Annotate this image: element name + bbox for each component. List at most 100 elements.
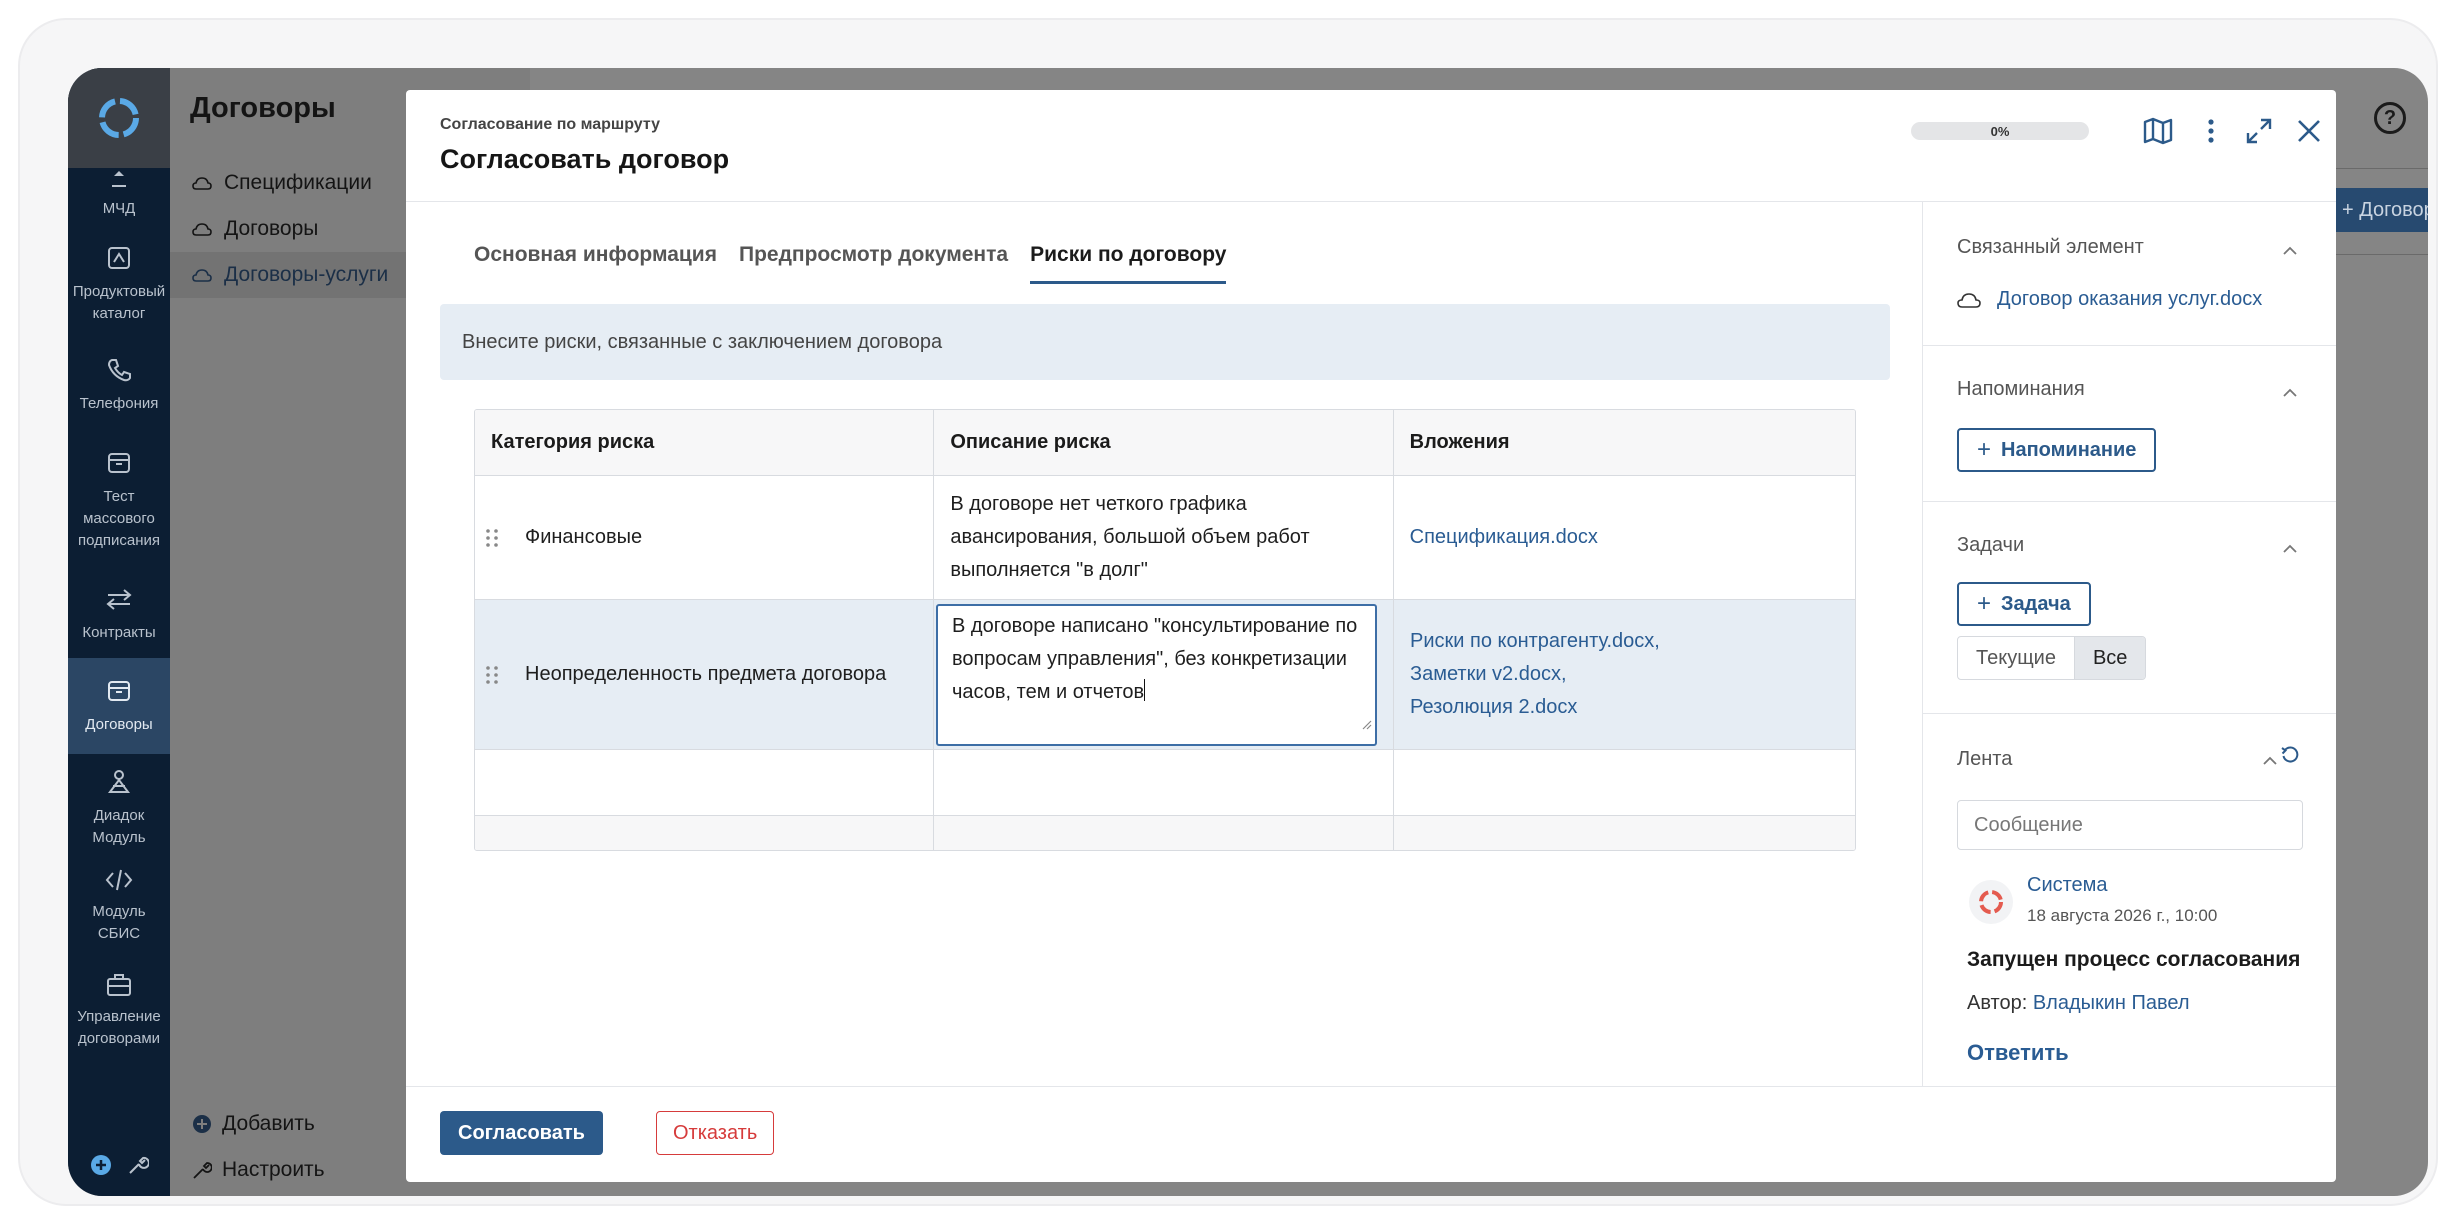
reply-link[interactable]: Ответить	[1967, 1040, 2069, 1066]
tab-main-info[interactable]: Основная информация	[474, 240, 717, 284]
table-row[interactable]: Финансовые В договоре нет четкого график…	[475, 476, 1855, 600]
chevron-up-icon[interactable]	[2283, 540, 2297, 558]
sidebar-add-label: Добавить	[222, 1112, 315, 1135]
rail-item-management[interactable]: Управление договорами	[68, 950, 170, 1046]
app-logo[interactable]	[68, 68, 170, 168]
rail-label: Телефония	[79, 395, 159, 412]
rail-item-contracts[interactable]: Контракты	[68, 570, 170, 658]
upload-icon	[104, 168, 134, 190]
attachment-link[interactable]: Заметки v2.docx,	[1410, 663, 1567, 685]
system-avatar	[1969, 880, 2013, 924]
catalog-icon	[104, 243, 134, 273]
divider	[2320, 168, 2428, 169]
linked-document-name: Договор оказания услуг.docx	[1997, 288, 2263, 310]
rail-label: Договоры	[85, 716, 153, 733]
feed-author-link[interactable]: Владыкин Павел	[2033, 992, 2190, 1014]
rail-item-catalog[interactable]: Продуктовый каталог	[68, 228, 170, 340]
table-row-selected[interactable]: Неопределенность предмета договора В дог…	[475, 600, 1855, 750]
risk-description-value: В договоре написано "консультирование по…	[952, 614, 1358, 703]
feed-author-name[interactable]: Система	[2027, 874, 2108, 897]
more-icon[interactable]	[2194, 114, 2228, 148]
cloud-icon	[192, 223, 212, 236]
empty-cell[interactable]	[1394, 750, 1855, 815]
risk-category-cell[interactable]: Финансовые	[475, 476, 935, 599]
risk-notice: Внесите риски, связанные с заключением д…	[440, 304, 1890, 380]
table-footer-row	[475, 816, 1855, 850]
rail-item-phone[interactable]: Телефония	[68, 340, 170, 430]
sidebar-item-label: Спецификации	[224, 171, 372, 194]
rail-item-diadoc[interactable]: Диадок Модуль	[68, 754, 170, 862]
rail-label: МЧД	[102, 200, 136, 217]
rail-label: Диадок Модуль	[92, 807, 146, 846]
chevron-up-icon[interactable]	[2283, 242, 2297, 260]
modal-main: Основная информация Предпросмотр докумен…	[406, 202, 1922, 1086]
add-circle-icon[interactable]	[90, 1154, 112, 1181]
drag-handle-icon[interactable]	[485, 528, 505, 548]
table-row-empty[interactable]	[475, 750, 1855, 816]
rail-item-mchd[interactable]: МЧД	[68, 168, 170, 228]
sidebar-settings[interactable]: Настроить	[192, 1158, 325, 1182]
linked-document-link[interactable]: Договор оказания услуг.docx	[1957, 288, 2262, 311]
risk-table: Категория риска Описание риска Вложения …	[474, 409, 1856, 851]
add-reminder-button[interactable]: + Напоминание	[1957, 428, 2157, 472]
device-frame: МЧД Продуктовый каталог Телефония Тест м…	[18, 18, 2438, 1206]
archive-icon	[104, 676, 134, 706]
rail-label: Управление договорами	[77, 1008, 161, 1046]
right-panel: Связанный элемент Договор оказания услуг…	[1922, 202, 2336, 1086]
sidebar-settings-label: Настроить	[222, 1158, 325, 1181]
risk-description-cell[interactable]: В договоре нет четкого графика авансиров…	[934, 476, 1394, 599]
risk-category-cell[interactable]: Неопределенность предмета договора	[475, 600, 934, 749]
expand-icon[interactable]	[2242, 114, 2276, 148]
cloud-icon	[192, 269, 212, 282]
chevron-up-icon[interactable]	[2283, 384, 2297, 402]
attachment-link[interactable]: Риски по контрагенту.docx,	[1410, 630, 1660, 652]
refresh-icon[interactable]	[2281, 746, 2299, 769]
column-header-description[interactable]: Описание риска	[934, 410, 1394, 475]
sidebar-item-label: Договоры-услуги	[224, 263, 389, 286]
empty-cell[interactable]	[934, 750, 1394, 815]
reject-button[interactable]: Отказать	[656, 1111, 775, 1155]
rail-item-mass-sign[interactable]: Тест массового подписания	[68, 430, 170, 570]
cloud-icon	[192, 177, 212, 190]
rail-item-dogovory[interactable]: Договоры	[68, 658, 170, 754]
add-reminder-label: Напоминание	[2001, 438, 2137, 461]
column-header-category[interactable]: Категория риска	[475, 410, 935, 475]
wrench-icon[interactable]	[127, 1154, 150, 1181]
tab-doc-preview[interactable]: Предпросмотр документа	[739, 240, 1008, 284]
feed-message: Запущен процесс согласования	[1967, 948, 2301, 971]
tabs: Основная информация Предпросмотр докумен…	[474, 240, 1227, 284]
tasks-filter-current[interactable]: Текущие	[1958, 637, 2074, 679]
rail-item-sbis[interactable]: Модуль СБИС	[68, 862, 170, 950]
resize-grip-icon[interactable]	[1360, 708, 1372, 741]
feed-author-line: Автор: Владыкин Павел	[1967, 992, 2190, 1015]
modal-header: Согласование по маршруту Согласовать дог…	[406, 90, 2336, 202]
risk-attachments-cell: Риски по контрагенту.docx, Заметки v2.do…	[1394, 600, 1855, 749]
plus-icon: +	[1977, 436, 1992, 463]
add-contract-button[interactable]: + Договор	[2328, 188, 2428, 232]
sidebar-add[interactable]: Добавить	[192, 1112, 315, 1136]
wrench-icon	[193, 1162, 212, 1179]
risk-description-cell: В договоре написано "консультирование по…	[934, 600, 1394, 749]
risk-category-text: Неопределенность предмета договора	[525, 663, 887, 685]
empty-cell[interactable]	[475, 750, 935, 815]
help-icon[interactable]: ?	[2374, 102, 2406, 134]
column-header-attachments[interactable]: Вложения	[1394, 410, 1855, 475]
risk-description-editor[interactable]: В договоре написано "консультирование по…	[936, 603, 1377, 746]
tasks-filter-all[interactable]: Все	[2073, 637, 2146, 679]
rail-label: Тест массового подписания	[77, 488, 161, 549]
attachment-link[interactable]: Спецификация.docx	[1410, 526, 1598, 548]
approve-button[interactable]: Согласовать	[440, 1111, 603, 1155]
chevron-up-icon[interactable]	[2263, 752, 2277, 770]
archive-icon	[104, 448, 134, 478]
tab-contract-risks[interactable]: Риски по договору	[1030, 240, 1227, 284]
attachment-link[interactable]: Резолюция 2.docx	[1410, 696, 1577, 718]
plus-circle-icon	[193, 1115, 211, 1133]
add-task-button[interactable]: + Задача	[1957, 582, 2091, 626]
message-input[interactable]: Сообщение	[1957, 800, 2303, 850]
map-icon[interactable]	[2141, 114, 2175, 148]
drag-handle-icon[interactable]	[485, 665, 505, 685]
modal-subtitle: Согласование по маршруту	[440, 116, 660, 133]
table-header-row: Категория риска Описание риска Вложения	[475, 410, 1855, 476]
tasks-section: Задачи + Задача Текущие Все	[1923, 502, 2336, 714]
close-icon[interactable]	[2292, 114, 2326, 148]
